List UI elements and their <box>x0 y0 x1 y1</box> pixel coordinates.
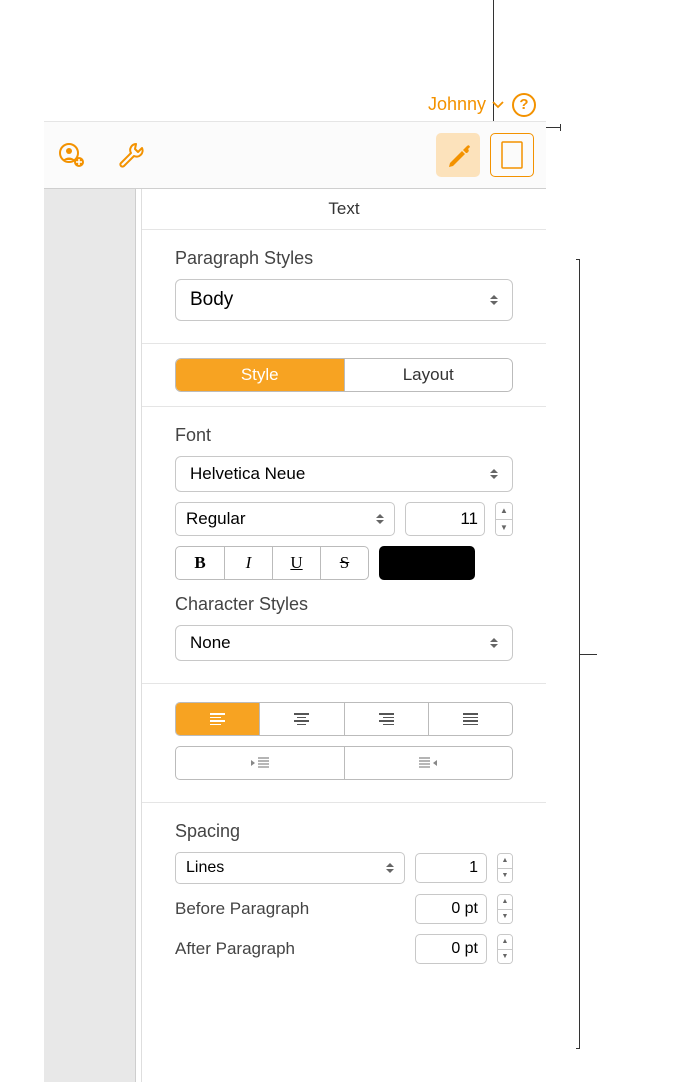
paragraph-styles-label: Paragraph Styles <box>175 248 513 269</box>
align-left-icon <box>210 713 225 725</box>
window-header: Johnny ? <box>44 88 546 121</box>
indent-buttons <box>175 746 513 780</box>
after-paragraph-row: After Paragraph 0 pt ▲ ▼ <box>175 934 513 964</box>
after-paragraph-label: After Paragraph <box>175 939 405 959</box>
document-canvas-edge <box>44 189 142 1082</box>
after-paragraph-stepper[interactable]: ▲ ▼ <box>497 934 513 964</box>
decrease-indent-icon <box>250 756 270 770</box>
stepper-up-icon[interactable]: ▲ <box>498 935 512 949</box>
horizontal-align-row <box>175 702 513 736</box>
spacing-section: Spacing Lines 1 ▲ ▼ Before Paragraph <box>142 803 546 986</box>
user-name[interactable]: Johnny <box>428 94 486 115</box>
before-paragraph-stepper[interactable]: ▲ ▼ <box>497 894 513 924</box>
chevron-updown-icon <box>490 295 498 305</box>
after-paragraph-input[interactable]: 0 pt <box>415 934 487 964</box>
align-justify-icon <box>463 713 478 725</box>
align-center-icon <box>294 713 309 725</box>
spacing-label: Spacing <box>175 821 513 842</box>
character-style-select[interactable]: None <box>175 625 513 661</box>
spacing-mode-value: Lines <box>186 859 224 877</box>
document-inspector-button[interactable] <box>490 133 534 177</box>
toolbar-right-group <box>436 133 534 177</box>
stepper-up-icon[interactable]: ▲ <box>498 854 512 868</box>
align-right-button[interactable] <box>344 703 428 735</box>
callout-tick-right <box>560 124 561 131</box>
text-color-swatch[interactable] <box>379 546 475 580</box>
font-label: Font <box>175 425 513 446</box>
font-family-value: Helvetica Neue <box>190 464 305 484</box>
decrease-indent-button[interactable] <box>176 747 344 779</box>
inspector-body: Paragraph Styles Body Style Layout Font … <box>142 230 546 986</box>
callout-line-vertical <box>493 0 494 82</box>
strikethrough-button[interactable]: S <box>320 547 368 579</box>
align-center-button[interactable] <box>259 703 343 735</box>
font-weight-size-row: Regular 11 ▲ ▼ <box>175 502 513 536</box>
style-layout-tabs: Style Layout <box>175 358 513 392</box>
toolbar-left-group <box>56 140 146 170</box>
tab-style[interactable]: Style <box>176 359 344 391</box>
stepper-down-icon[interactable]: ▼ <box>498 949 512 964</box>
chevron-down-icon[interactable] <box>492 101 504 109</box>
style-layout-tabs-section: Style Layout <box>142 344 546 407</box>
font-size-value: 11 <box>460 509 478 529</box>
font-weight-select[interactable]: Regular <box>175 502 395 536</box>
paragraph-style-value: Body <box>190 289 233 311</box>
stepper-up-icon[interactable]: ▲ <box>496 503 512 519</box>
chevron-updown-icon <box>490 469 498 479</box>
bold-button[interactable]: B <box>176 547 224 579</box>
before-paragraph-label: Before Paragraph <box>175 899 405 919</box>
line-spacing-row: Lines 1 ▲ ▼ <box>175 852 513 884</box>
text-format-row: B I U S <box>175 546 513 580</box>
chevron-updown-icon <box>490 638 498 648</box>
spacing-stepper[interactable]: ▲ ▼ <box>497 853 513 883</box>
spacing-value-input[interactable]: 1 <box>415 853 487 883</box>
stepper-down-icon[interactable]: ▼ <box>498 868 512 883</box>
spacing-mode-select[interactable]: Lines <box>175 852 405 884</box>
content-area: Text Paragraph Styles Body Style Layout … <box>44 189 546 1082</box>
alignment-section <box>142 684 546 803</box>
stepper-down-icon[interactable]: ▼ <box>498 909 512 924</box>
spacing-value: 1 <box>469 859 478 877</box>
toolbar <box>44 121 546 189</box>
chevron-updown-icon <box>376 514 384 524</box>
italic-button[interactable]: I <box>224 547 272 579</box>
font-weight-value: Regular <box>186 509 246 529</box>
align-justify-button[interactable] <box>428 703 512 735</box>
font-family-select[interactable]: Helvetica Neue <box>175 456 513 492</box>
character-styles-label: Character Styles <box>175 594 513 615</box>
format-inspector-button[interactable] <box>436 133 480 177</box>
callout-bracket <box>576 259 580 1049</box>
font-size-input[interactable]: 11 <box>405 502 485 536</box>
paragraph-style-select[interactable]: Body <box>175 279 513 321</box>
wrench-icon[interactable] <box>116 140 146 170</box>
collaborate-icon[interactable] <box>56 140 86 170</box>
tab-layout[interactable]: Layout <box>344 359 513 391</box>
text-format-buttons: B I U S <box>175 546 369 580</box>
before-paragraph-input[interactable]: 0 pt <box>415 894 487 924</box>
stepper-up-icon[interactable]: ▲ <box>498 895 512 909</box>
increase-indent-button[interactable] <box>344 747 513 779</box>
format-inspector-panel: Text Paragraph Styles Body Style Layout … <box>142 189 546 1082</box>
before-paragraph-value: 0 pt <box>451 900 478 918</box>
increase-indent-icon <box>418 756 438 770</box>
align-right-icon <box>379 713 394 725</box>
character-style-value: None <box>190 633 231 653</box>
paragraph-styles-section: Paragraph Styles Body <box>142 230 546 344</box>
help-button[interactable]: ? <box>512 93 536 117</box>
stepper-down-icon[interactable]: ▼ <box>496 519 512 536</box>
font-section: Font Helvetica Neue Regular 11 ▲ ▼ <box>142 407 546 684</box>
before-paragraph-row: Before Paragraph 0 pt ▲ ▼ <box>175 894 513 924</box>
inspector-title: Text <box>142 189 546 230</box>
underline-button[interactable]: U <box>272 547 320 579</box>
after-paragraph-value: 0 pt <box>451 940 478 958</box>
horizontal-align-buttons <box>175 702 513 736</box>
font-size-stepper[interactable]: ▲ ▼ <box>495 502 513 536</box>
align-left-button[interactable] <box>176 703 259 735</box>
chevron-updown-icon <box>386 863 394 873</box>
